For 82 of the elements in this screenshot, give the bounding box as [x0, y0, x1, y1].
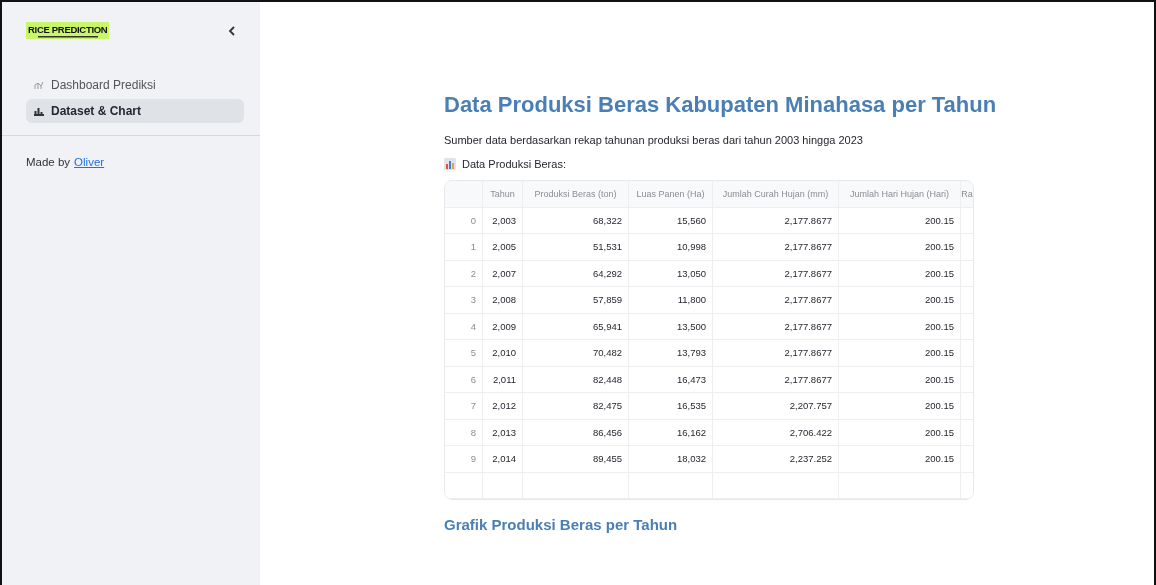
- table-cell: 200.15: [839, 366, 961, 392]
- table-cell: 89,455: [523, 446, 629, 472]
- column-header: Produksi Beras (ton): [523, 181, 629, 207]
- table-cell: 86,456: [523, 419, 629, 445]
- table-cell: 2,008: [483, 287, 523, 313]
- footer-text: Made by: [26, 156, 71, 168]
- table-cell: 16,535: [629, 393, 713, 419]
- table-cell: 16,473: [629, 366, 713, 392]
- table-cell: 200.15: [839, 313, 961, 339]
- table-label: Data Produksi Beras:: [462, 158, 566, 170]
- table-cell: 2,010: [483, 340, 523, 366]
- row-index: 4: [445, 313, 483, 339]
- table-cell: 57,859: [523, 287, 629, 313]
- column-header: Jumlah Hari Hujan (Hari): [839, 181, 961, 207]
- table-cell: 2,177.8677: [713, 207, 839, 233]
- table-cell: 200.15: [839, 446, 961, 472]
- table-cell: 11,800: [629, 287, 713, 313]
- description: Sumber data berdasarkan rekap tahunan produksi beras dari tahun 2003 hingga 2023: [444, 134, 864, 146]
- table-cell: 200.15: [839, 207, 961, 233]
- row-index: 7: [445, 393, 483, 419]
- table-cell: 2,207.757: [713, 393, 839, 419]
- table-cell: 10,998: [629, 234, 713, 260]
- sidebar-item[interactable]: Dashboard Prediksi: [26, 73, 244, 97]
- column-header: Ra: [961, 181, 973, 207]
- table-cell: 13,500: [629, 313, 713, 339]
- table-cell: 68,322: [523, 207, 629, 233]
- bar-chart-icon: [444, 158, 456, 170]
- table-cell: 2,177.8677: [713, 366, 839, 392]
- row-index: 2: [445, 260, 483, 286]
- table-cell: 15,560: [629, 207, 713, 233]
- chart-icon: [34, 80, 44, 90]
- table-cell: 70,482: [523, 340, 629, 366]
- table-cell: 2,706.422: [713, 419, 839, 445]
- table-cell: 18,032: [629, 446, 713, 472]
- page-title: Data Produksi Beras Kabupaten Minahasa per Tahun: [444, 91, 998, 119]
- column-header: Luas Panen (Ha): [629, 181, 713, 207]
- table-cell: 2,177.8677: [713, 287, 839, 313]
- table-cell: 2,177.8677: [713, 260, 839, 286]
- row-index: 9: [445, 446, 483, 472]
- table-cell: 2,177.8677: [713, 234, 839, 260]
- table-cell: 2,177.8677: [713, 313, 839, 339]
- table-cell: 65,941: [523, 313, 629, 339]
- table-cell: 13,793: [629, 340, 713, 366]
- table-cell: 2,012: [483, 393, 523, 419]
- table-cell: 2,014: [483, 446, 523, 472]
- sidebar-item-label: Dashboard Prediksi: [51, 78, 156, 92]
- table-cell: 200.15: [839, 419, 961, 445]
- table-cell: 200.15: [839, 234, 961, 260]
- table-cell: 51,531: [523, 234, 629, 260]
- table-cell: 16,162: [629, 419, 713, 445]
- row-index: 3: [445, 287, 483, 313]
- table-cell: 2,237.252: [713, 446, 839, 472]
- column-header: Tahun: [483, 181, 523, 207]
- table-cell: 2,007: [483, 260, 523, 286]
- table-cell: 2,177.8677: [713, 340, 839, 366]
- table-cell: 2,013: [483, 419, 523, 445]
- table-cell: 200.15: [839, 393, 961, 419]
- table-cell: 200.15: [839, 340, 961, 366]
- chevron-left-icon: [228, 25, 236, 36]
- table-cell: 2,011: [483, 366, 523, 392]
- row-index: 1: [445, 234, 483, 260]
- table-cell: 82,448: [523, 366, 629, 392]
- sidebar-item[interactable]: Dataset & Chart: [26, 99, 244, 123]
- logo-tagline-drawing: [37, 35, 98, 38]
- table-cell: 64,292: [523, 260, 629, 286]
- table-cell: 13,050: [629, 260, 713, 286]
- logo-text: RICE PREDICTION: [28, 24, 108, 35]
- row-index: 5: [445, 340, 483, 366]
- table-cell: 2,003: [483, 207, 523, 233]
- table-cell: 82,475: [523, 393, 629, 419]
- section-heading: Grafik Produksi Beras per Tahun: [444, 516, 679, 533]
- row-index: 8: [445, 419, 483, 445]
- bar-chart-icon: [34, 106, 44, 116]
- row-index: 0: [445, 207, 483, 233]
- table-cell: 200.15: [839, 287, 961, 313]
- table-cell: 2,005: [483, 234, 523, 260]
- table-cell: 2,009: [483, 313, 523, 339]
- column-header: Jumlah Curah Hujan (mm): [713, 181, 839, 207]
- author-link[interactable]: Oliver: [74, 156, 105, 168]
- sidebar-item-label: Dataset & Chart: [51, 104, 142, 118]
- row-index: 6: [445, 366, 483, 392]
- table-cell: 200.15: [839, 260, 961, 286]
